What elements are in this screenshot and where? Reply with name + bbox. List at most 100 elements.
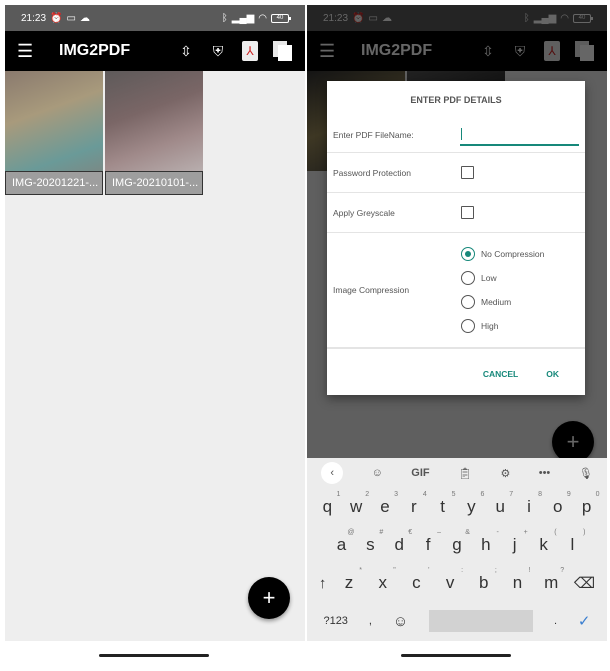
key-e[interactable]: e3 — [374, 491, 398, 517]
alarm-icon: ⏰ — [50, 12, 63, 24]
image-grid-area: IMG-20201221-... IMG-20210101-... + — [5, 71, 305, 641]
key-m[interactable]: m? — [540, 567, 564, 593]
emoji-icon[interactable]: ☺ — [393, 613, 408, 630]
key-y[interactable]: y6 — [460, 491, 484, 517]
key-hint: ; — [494, 567, 497, 574]
key-g[interactable]: g & — [446, 529, 470, 555]
radio-icon — [461, 319, 475, 333]
home-indicator[interactable] — [401, 654, 511, 657]
radio-no-compression[interactable]: No Compression — [461, 242, 544, 266]
radio-selected-icon — [461, 247, 475, 261]
settings-icon[interactable]: ⚙ — [500, 467, 510, 480]
key-row-4: ?123 , ☺ . ✓ — [307, 602, 607, 640]
key-x[interactable]: x " — [372, 567, 395, 593]
pdf-details-dialog: ENTER PDF DETAILS Enter PDF FileName: Pa… — [327, 81, 585, 395]
key-r[interactable]: r4 — [403, 491, 427, 517]
key-hint: 1 — [336, 491, 341, 498]
key-i[interactable]: i8 — [518, 491, 542, 517]
period-key[interactable]: . — [554, 615, 557, 627]
key-o[interactable]: o9 — [547, 491, 571, 517]
key-hint: 6 — [480, 491, 485, 498]
key-row-3: ↑ z * x " c ' v: b; n! m? ⌫ — [307, 564, 607, 602]
shift-icon[interactable]: ↑ — [319, 575, 327, 592]
nav-bar — [307, 641, 607, 671]
key-hint: & — [465, 529, 470, 536]
key-z[interactable]: z * — [338, 567, 362, 593]
key-p[interactable]: p0 — [576, 491, 600, 517]
menu-icon[interactable]: ☰ — [17, 41, 35, 62]
key-f[interactable]: f – — [417, 529, 441, 555]
backspace-icon[interactable]: ⌫ — [574, 574, 595, 592]
app-toolbar: ☰ IMG2PDF ⇳ ⛨ ⅄ — [5, 31, 305, 71]
key-l[interactable]: l) — [561, 529, 586, 555]
key-q[interactable]: q1 — [316, 491, 341, 517]
radio-icon — [461, 295, 475, 309]
key-hint: 0 — [595, 491, 600, 498]
image-thumbnail[interactable]: IMG-20210101-... — [105, 71, 203, 195]
key-n[interactable]: n! — [506, 567, 531, 593]
key-hint: - — [496, 529, 499, 536]
key-hint: ( — [554, 529, 557, 536]
key-a[interactable]: a @ — [330, 529, 355, 555]
battery-icon: 40 — [271, 13, 291, 23]
radio-label: High — [481, 321, 499, 331]
back-icon[interactable]: ‹ — [321, 462, 344, 484]
key-hint: * — [359, 567, 363, 574]
key-h[interactable]: h- — [475, 529, 499, 555]
key-j[interactable]: j + — [504, 529, 528, 555]
wifi-icon: ◠ — [258, 12, 267, 24]
password-checkbox[interactable] — [461, 166, 474, 179]
key-hint: + — [523, 529, 528, 536]
status-time: 21:23 — [21, 12, 47, 24]
key-c[interactable]: c ' — [405, 567, 429, 593]
home-indicator[interactable] — [99, 654, 209, 657]
more-icon[interactable]: ••• — [539, 467, 551, 479]
image-thumbnail[interactable]: IMG-20201221-... — [5, 71, 103, 195]
key-row-2: a @ s # d € f – g & h - j + k(l) — [307, 526, 607, 564]
key-b[interactable]: b; — [473, 567, 497, 593]
signal-icon: ▂▄▆ — [231, 12, 255, 24]
key-hint: ' — [428, 567, 430, 574]
space-key[interactable] — [429, 610, 534, 632]
key-t[interactable]: t5 — [432, 491, 455, 517]
key-hint: ) — [583, 529, 586, 536]
key-hint: 7 — [509, 491, 514, 498]
radio-low[interactable]: Low — [461, 266, 544, 290]
sticker-icon[interactable]: ☺ — [372, 467, 383, 479]
pdf-icon[interactable]: ⅄ — [239, 40, 261, 62]
key-hint: # — [379, 529, 384, 536]
key-d[interactable]: d € — [388, 529, 412, 555]
thumbnail-caption: IMG-20201221-... — [5, 171, 103, 195]
key-v[interactable]: v: — [439, 567, 463, 593]
key-k[interactable]: k( — [533, 529, 556, 555]
shield-x-icon[interactable]: ⛨ — [207, 40, 229, 62]
radio-medium[interactable]: Medium — [461, 290, 544, 314]
greyscale-checkbox[interactable] — [461, 206, 474, 219]
symbols-key[interactable]: ?123 — [323, 615, 347, 627]
filename-input[interactable] — [459, 124, 579, 146]
nav-bar — [5, 641, 305, 671]
gif-button[interactable]: GIF — [411, 467, 429, 479]
laptop-icon: ▭ — [66, 12, 76, 24]
cancel-button[interactable]: CANCEL — [483, 369, 518, 379]
thumbnail-image — [5, 71, 103, 171]
greyscale-label: Apply Greyscale — [333, 207, 395, 218]
ok-button[interactable]: OK — [546, 369, 559, 379]
key-hint: 8 — [538, 491, 542, 498]
key-hint: € — [408, 529, 413, 536]
key-hint: " — [393, 567, 396, 574]
copy-icon[interactable] — [271, 40, 293, 62]
done-icon[interactable]: ✓ — [578, 612, 591, 630]
status-bar: 21:23⏰▭☁ ᛒ▂▄▆◠ 40 — [5, 5, 305, 31]
key-s[interactable]: s # — [359, 529, 383, 555]
key-w[interactable]: w2 — [345, 491, 369, 517]
radio-label: No Compression — [481, 249, 545, 259]
radio-icon — [461, 271, 475, 285]
add-image-fab[interactable]: + — [248, 577, 290, 619]
mic-icon[interactable]: 🎙︎ — [579, 467, 593, 480]
radio-high[interactable]: High — [461, 314, 544, 338]
comma-key[interactable]: , — [369, 615, 372, 627]
key-u[interactable]: u7 — [489, 491, 513, 517]
sort-icon[interactable]: ⇳ — [175, 40, 197, 62]
clipboard-icon[interactable]: 📋︎ — [458, 467, 472, 480]
